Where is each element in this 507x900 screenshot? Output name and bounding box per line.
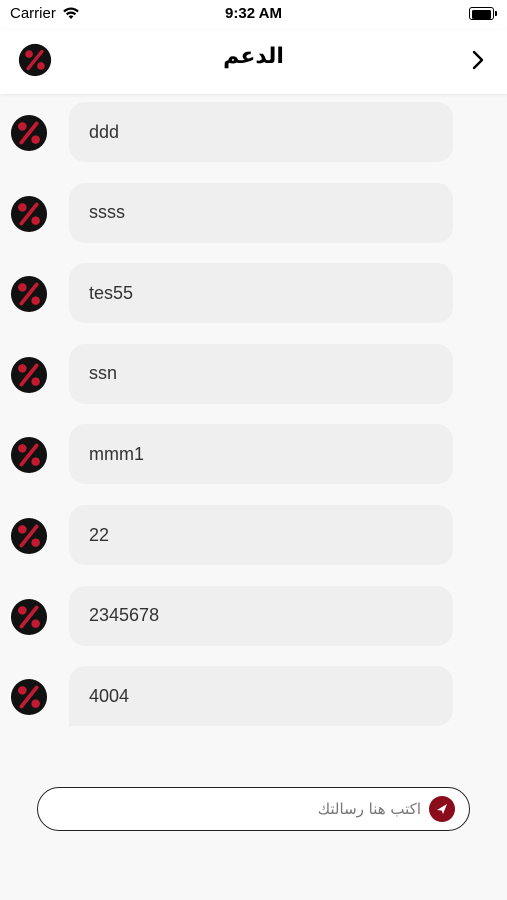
percent-logo-icon [10,598,48,635]
message-bubble: ssss [69,182,453,243]
message-bubble: ddd [69,102,453,162]
chevron-right-icon[interactable] [468,48,488,72]
status-bar: Carrier 9:32 AM [0,0,507,30]
message-row: ddd [0,102,507,164]
message-bubble: 22 [69,505,453,565]
battery-icon [469,7,497,20]
message-row: ssn [0,343,507,406]
message-row: 22 [0,505,507,567]
message-row: ssss [0,182,507,245]
percent-logo-icon [10,195,48,232]
message-bubble: tes55 [69,263,453,324]
percent-logo-icon [10,356,48,393]
message-input[interactable] [38,788,423,829]
message-row: mmm1 [0,424,507,486]
page-title: الدعم [223,44,284,69]
message-bubble: ssn [69,343,453,404]
nav-bar: الدعم [0,30,507,94]
percent-logo-icon [10,517,48,555]
message-bubble: 4004 [69,666,453,727]
message-list[interactable]: ddd ssss tes55 ssn mmm1 22 2345678 4004 [0,94,507,744]
message-row: tes55 [0,263,507,325]
percent-logo-icon [10,679,48,716]
percent-logo-icon [10,114,48,152]
send-icon[interactable] [429,796,455,822]
percent-logo-icon [10,276,48,313]
message-bubble: mmm1 [69,424,453,485]
status-time: 9:32 AM [225,5,282,22]
percent-logo-icon [10,437,48,474]
message-composer [37,787,470,831]
message-row: 2345678 [0,585,507,648]
message-row: 4004 [0,666,507,728]
message-bubble: 2345678 [69,585,453,646]
